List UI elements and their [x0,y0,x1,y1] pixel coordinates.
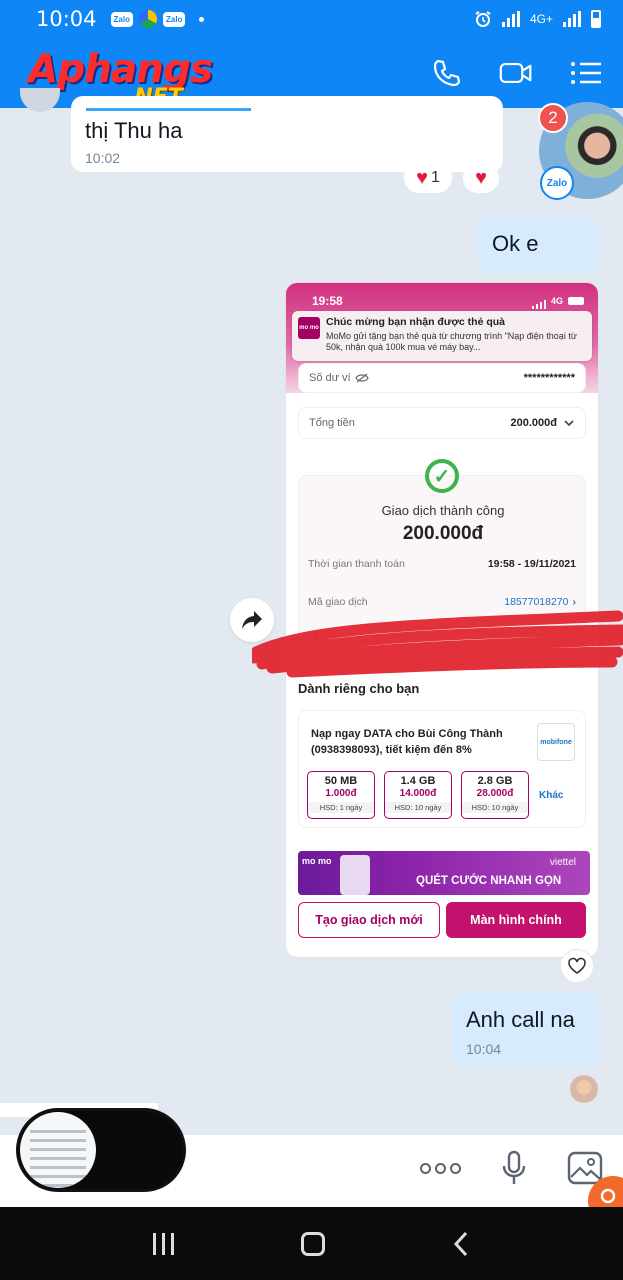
back-icon[interactable] [452,1230,470,1258]
package-size: 2.8 GB [477,775,513,787]
wallet-label: Số dư ví [309,372,351,384]
signal-icon [563,11,581,27]
payment-time-label: Thời gian thanh toán [308,558,405,570]
data-offer-card: Nạp ngay DATA cho Bùi Công Thành (093839… [298,710,586,828]
microphone-icon[interactable] [501,1150,527,1186]
status-time: 10:04 [36,7,97,31]
zalo-badge: Zalo [540,166,574,200]
sender-avatar[interactable] [20,88,60,112]
heart-icon: ♥ [475,167,487,189]
seen-avatar [570,1075,598,1103]
payment-time-value: 19:58 - 19/11/2021 [487,558,576,570]
data-offer-title: Nạp ngay DATA cho Bùi Công Thành (093839… [311,728,503,756]
transaction-status: Giao dịch thành công [381,503,505,518]
forward-arrow-icon [242,611,262,629]
new-transaction-button: Tạo giao dịch mới [298,902,440,938]
momo-brand: mo mo [302,856,332,866]
partner-brand: viettel [549,857,576,868]
home-screen-button: Màn hình chính [446,902,586,938]
react-button[interactable]: ♥ [463,163,499,193]
status-bar: 10:04 Zalo Zalo 4G+ [0,0,623,38]
system-nav-bar [0,1207,623,1280]
notification-icons: Zalo Zalo [110,10,205,28]
transaction-amount: 200.000đ [402,523,484,544]
phone-illustration [340,855,370,895]
list-menu-icon[interactable] [569,56,603,90]
outgoing-message[interactable]: Ok e [478,216,599,273]
total-card: Tổng tiền 200.000đ [298,407,586,439]
network-type: 4G+ [529,12,553,26]
reaction-summary[interactable]: ♥ 1 [404,163,452,193]
home-icon[interactable] [300,1231,325,1256]
data-package-option: 50 MB 1.000đ HSD: 1 ngày [307,771,375,819]
promo-banner: mo mo viettel QUÉT CƯỚC NHANH GỌN [298,851,590,895]
battery-icon [591,10,601,28]
outgoing-message[interactable]: Anh call na 10:04 [452,993,599,1067]
message-text: Anh call na [466,1007,575,1032]
package-price: 14.000đ [399,788,437,799]
pip-thumbnail[interactable] [20,1112,96,1188]
heart-icon: ♥ [416,167,428,189]
package-size: 1.4 GB [400,775,436,787]
momo-status-time: 19:58 [312,294,343,308]
total-label: Tổng tiền [309,417,355,429]
signal-icon [501,11,520,27]
momo-notification: mo mo Chúc mừng bạn nhận được thẻ quà Mo… [292,311,592,361]
package-price: 28.000đ [476,788,514,799]
data-package-option: 1.4 GB 14.000đ HSD: 10 ngày [384,771,452,819]
battery-icon [568,297,584,305]
reaction-count: 1 [430,169,440,186]
package-validity: HSD: 10 ngày [462,802,528,813]
like-button[interactable] [560,949,594,983]
wallet-balance-card: Số dư ví ************ [298,363,586,393]
package-price: 1.000đ [325,788,357,799]
banner-text: QUÉT CƯỚC NHANH GỌN [416,875,562,887]
phone-icon[interactable] [429,56,463,90]
signal-icon [531,293,546,309]
message-text: thị Thu ha [85,118,183,143]
recent-apps-icon[interactable] [153,1232,175,1255]
blurred-name-strip [86,108,251,111]
status-indicators: 4G+ [474,10,601,28]
more-notifications-dot [199,16,205,22]
package-validity: HSD: 10 ngày [385,802,451,813]
success-check-icon: ✓ [425,459,459,493]
momo-network: 4G [550,296,563,306]
more-options-icon[interactable] [420,1162,461,1174]
redaction-scribble [252,610,623,678]
message-text: Ok e [492,231,539,256]
momo-status-bar: 19:58 4G [286,283,598,309]
section-title: Dành riêng cho bạn [298,681,420,696]
more-packages-link: Khác [539,790,564,801]
logo-main-text: Aphangs [28,47,213,92]
message-time: 10:04 [466,1041,502,1057]
app-notification-icon [138,10,157,28]
total-value: 200.000đ [510,417,557,429]
data-package-option: 2.8 GB 28.000đ HSD: 10 ngày [461,771,529,819]
package-size: 50 MB [324,775,358,787]
notification-body: MoMo gửi tặng bạn thẻ quà từ chương trìn… [326,331,577,353]
mobifone-logo: mobifone [537,723,575,761]
forward-button[interactable] [230,598,274,642]
alarm-icon [475,11,491,27]
zalo-notification-icon: Zalo [162,11,186,27]
heart-outline-icon [568,957,586,974]
momo-logo-icon: mo mo [298,317,320,339]
chevron-down-icon [564,420,574,427]
eye-off-icon [354,373,369,383]
video-call-icon[interactable] [499,56,533,90]
payment-time-row: Thời gian thanh toán 19:58 - 19/11/2021 [308,558,576,570]
bubble-icon [600,1188,616,1204]
package-validity: HSD: 1 ngày [308,802,374,813]
zalo-notification-icon: Zalo [110,11,133,27]
wallet-value: ************ [523,372,575,384]
unread-badge: 2 [538,103,568,133]
notification-title: Chúc mừng bạn nhận được thẻ quà [326,316,506,328]
